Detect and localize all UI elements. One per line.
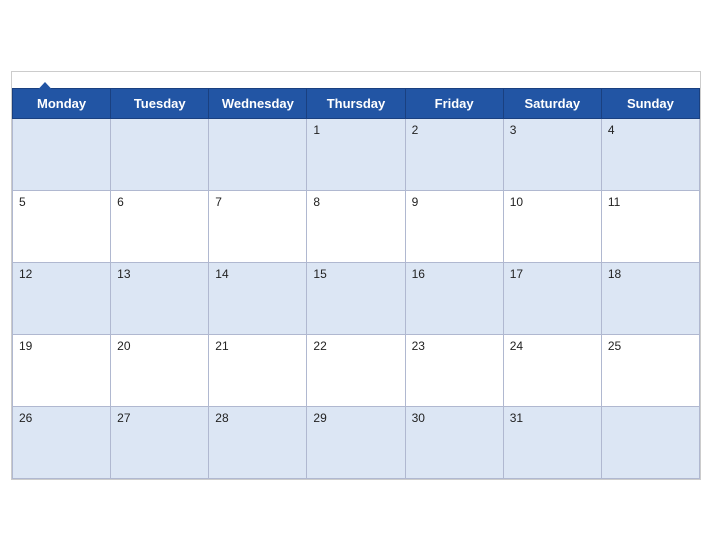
calendar-day-25: 25	[601, 334, 699, 406]
weekday-tuesday: Tuesday	[111, 88, 209, 118]
calendar-day-13: 13	[111, 262, 209, 334]
day-number: 6	[117, 195, 124, 209]
calendar-day-empty	[13, 118, 111, 190]
weekday-saturday: Saturday	[503, 88, 601, 118]
day-number: 12	[19, 267, 32, 281]
calendar-day-10: 10	[503, 190, 601, 262]
day-number: 24	[510, 339, 523, 353]
calendar-day-11: 11	[601, 190, 699, 262]
calendar-week-row: 1 2 3 4	[13, 118, 700, 190]
day-number: 23	[412, 339, 425, 353]
calendar-day-empty	[601, 406, 699, 478]
calendar-day-12: 12	[13, 262, 111, 334]
calendar-day-3: 3	[503, 118, 601, 190]
calendar-day-2: 2	[405, 118, 503, 190]
calendar-header	[12, 72, 700, 88]
calendar-table: MondayTuesdayWednesdayThursdayFridaySatu…	[12, 88, 700, 479]
weekday-thursday: Thursday	[307, 88, 405, 118]
calendar-day-21: 21	[209, 334, 307, 406]
day-number: 26	[19, 411, 32, 425]
calendar-day-16: 16	[405, 262, 503, 334]
day-number: 1	[313, 123, 320, 137]
calendar: MondayTuesdayWednesdayThursdayFridaySatu…	[11, 71, 701, 480]
day-number: 28	[215, 411, 228, 425]
day-number: 13	[117, 267, 130, 281]
weekday-wednesday: Wednesday	[209, 88, 307, 118]
day-number: 29	[313, 411, 326, 425]
day-number: 21	[215, 339, 228, 353]
calendar-day-empty	[111, 118, 209, 190]
calendar-day-15: 15	[307, 262, 405, 334]
calendar-day-27: 27	[111, 406, 209, 478]
weekday-header-row: MondayTuesdayWednesdayThursdayFridaySatu…	[13, 88, 700, 118]
day-number: 10	[510, 195, 523, 209]
day-number: 25	[608, 339, 621, 353]
day-number: 17	[510, 267, 523, 281]
day-number: 3	[510, 123, 517, 137]
day-number: 27	[117, 411, 130, 425]
calendar-day-28: 28	[209, 406, 307, 478]
calendar-day-31: 31	[503, 406, 601, 478]
calendar-day-5: 5	[13, 190, 111, 262]
day-number: 4	[608, 123, 615, 137]
calendar-day-6: 6	[111, 190, 209, 262]
calendar-day-7: 7	[209, 190, 307, 262]
calendar-day-empty	[209, 118, 307, 190]
calendar-day-26: 26	[13, 406, 111, 478]
calendar-day-9: 9	[405, 190, 503, 262]
day-number: 2	[412, 123, 419, 137]
calendar-day-19: 19	[13, 334, 111, 406]
calendar-day-22: 22	[307, 334, 405, 406]
calendar-day-17: 17	[503, 262, 601, 334]
day-number: 31	[510, 411, 523, 425]
calendar-day-24: 24	[503, 334, 601, 406]
day-number: 5	[19, 195, 26, 209]
calendar-week-row: 5 6 7 8 9 10 11	[13, 190, 700, 262]
calendar-day-18: 18	[601, 262, 699, 334]
day-number: 20	[117, 339, 130, 353]
day-number: 30	[412, 411, 425, 425]
calendar-day-1: 1	[307, 118, 405, 190]
day-number: 8	[313, 195, 320, 209]
day-number: 18	[608, 267, 621, 281]
day-number: 11	[608, 195, 620, 209]
day-number: 19	[19, 339, 32, 353]
day-number: 22	[313, 339, 326, 353]
calendar-day-20: 20	[111, 334, 209, 406]
weekday-sunday: Sunday	[601, 88, 699, 118]
day-number: 16	[412, 267, 425, 281]
brand-logo-area	[28, 80, 60, 98]
calendar-week-row: 19 20 21 22 23 24 25	[13, 334, 700, 406]
day-number: 15	[313, 267, 326, 281]
calendar-week-row: 12 13 14 15 16 17 18	[13, 262, 700, 334]
day-number: 9	[412, 195, 419, 209]
calendar-day-8: 8	[307, 190, 405, 262]
calendar-day-14: 14	[209, 262, 307, 334]
calendar-week-row: 26 27 28 29 30 31	[13, 406, 700, 478]
calendar-day-23: 23	[405, 334, 503, 406]
calendar-day-29: 29	[307, 406, 405, 478]
calendar-day-4: 4	[601, 118, 699, 190]
calendar-day-30: 30	[405, 406, 503, 478]
day-number: 7	[215, 195, 222, 209]
brand-triangle-icon	[30, 80, 60, 98]
day-number: 14	[215, 267, 228, 281]
weekday-friday: Friday	[405, 88, 503, 118]
